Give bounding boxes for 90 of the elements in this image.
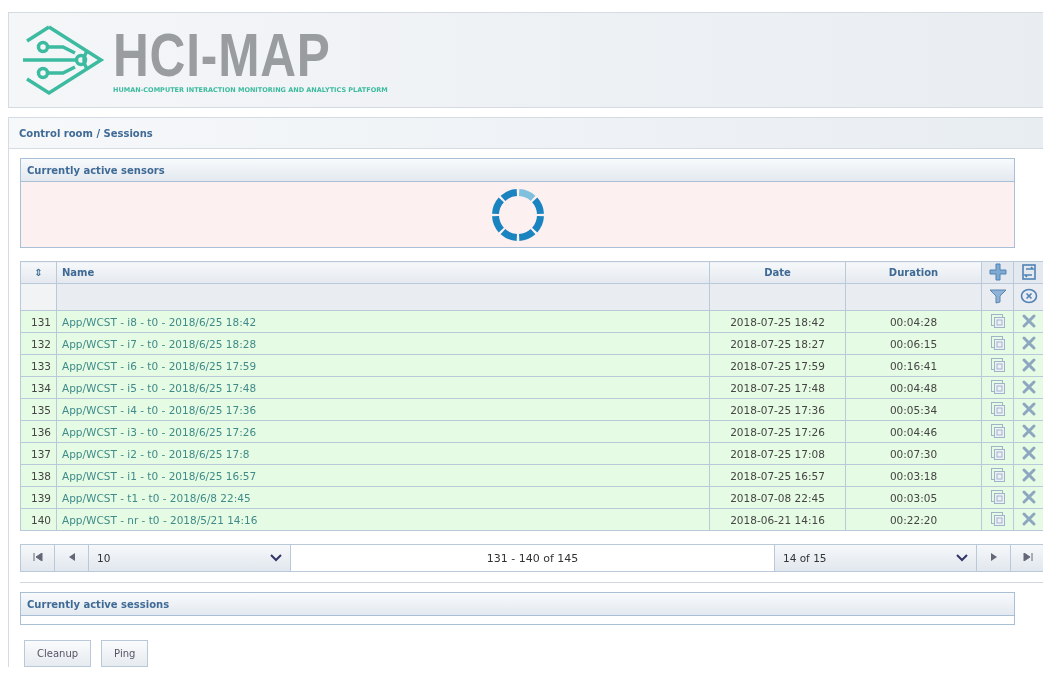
- details-icon[interactable]: [989, 378, 1006, 395]
- delete-icon[interactable]: [1021, 444, 1037, 461]
- row-number: 140: [20, 508, 57, 531]
- duration-cell: 00:03:05: [845, 486, 982, 509]
- first-page-icon: [32, 553, 43, 561]
- first-page-button[interactable]: [21, 545, 55, 571]
- date-cell: 2018-07-25 18:27: [709, 332, 846, 355]
- date-cell: 2018-07-25 17:48: [709, 376, 846, 399]
- refresh-icon[interactable]: [1020, 262, 1038, 281]
- page-size-dropdown[interactable]: 10: [89, 545, 291, 571]
- details-icon[interactable]: [989, 510, 1006, 527]
- delete-icon[interactable]: [1021, 400, 1037, 417]
- delete-icon[interactable]: [1021, 422, 1037, 439]
- filter-field[interactable]: [845, 283, 982, 311]
- chevron-down-icon: [956, 554, 968, 562]
- duration-cell: 00:04:28: [845, 310, 982, 333]
- row-number: 139: [20, 486, 57, 509]
- details-icon[interactable]: [989, 466, 1006, 483]
- add-icon[interactable]: [988, 262, 1007, 281]
- session-name[interactable]: App/WCST - i6 - t0 - 2018/6/25 17:59: [56, 354, 710, 377]
- delete-icon[interactable]: [1021, 488, 1037, 505]
- details-icon[interactable]: [989, 488, 1006, 505]
- clear-filter-icon[interactable]: [1020, 287, 1038, 305]
- chevron-down-icon: [270, 554, 282, 562]
- duration-cell: 00:22:20: [845, 508, 982, 531]
- details-icon[interactable]: [989, 312, 1006, 329]
- panel-title: Currently active sessions: [27, 598, 170, 610]
- details-icon[interactable]: [989, 400, 1006, 417]
- filter-icon[interactable]: [988, 288, 1007, 304]
- next-icon: [989, 553, 998, 561]
- page-dropdown[interactable]: 14 of 15: [775, 545, 977, 571]
- column-header[interactable]: Date: [709, 261, 846, 284]
- sort-header[interactable]: ⇕: [20, 261, 57, 284]
- delete-icon[interactable]: [1021, 378, 1037, 395]
- delete-icon[interactable]: [1021, 466, 1037, 483]
- details-icon[interactable]: [989, 356, 1006, 373]
- column-header[interactable]: Duration: [845, 261, 982, 284]
- next-page-button[interactable]: [977, 545, 1011, 571]
- action-button[interactable]: Cleanup: [24, 640, 92, 667]
- delete-icon[interactable]: [1021, 334, 1037, 351]
- details-icon[interactable]: [989, 334, 1006, 351]
- duration-cell: 00:06:15: [845, 332, 982, 355]
- row-number: 133: [20, 354, 57, 377]
- date-cell: 2018-07-08 22:45: [709, 486, 846, 509]
- row-number: 134: [20, 376, 57, 399]
- previous-icon: [67, 553, 76, 561]
- row-number: 137: [20, 442, 57, 465]
- last-page-icon: [1023, 553, 1033, 561]
- date-cell: 2018-07-25 16:57: [709, 464, 846, 487]
- logo-title: HCI-MAP: [113, 26, 331, 84]
- date-cell: 2018-07-25 17:59: [709, 354, 846, 377]
- date-cell: 2018-06-21 14:16: [709, 508, 846, 531]
- row-number: 135: [20, 398, 57, 421]
- details-icon[interactable]: [989, 444, 1006, 461]
- date-cell: 2018-07-25 18:42: [709, 310, 846, 333]
- row-number: 136: [20, 420, 57, 443]
- panel-title: Currently active sensors: [27, 164, 165, 176]
- duration-cell: 00:04:48: [845, 376, 982, 399]
- filter-field[interactable]: [56, 283, 710, 311]
- row-number: 138: [20, 464, 57, 487]
- breadcrumb: Control room / Sessions: [19, 127, 153, 139]
- session-name[interactable]: App/WCST - i4 - t0 - 2018/6/25 17:36: [56, 398, 710, 421]
- duration-cell: 00:07:30: [845, 442, 982, 465]
- session-name[interactable]: App/WCST - i3 - t0 - 2018/6/25 17:26: [56, 420, 710, 443]
- row-number: 132: [20, 332, 57, 355]
- session-name[interactable]: App/WCST - i8 - t0 - 2018/6/25 18:42: [56, 310, 710, 333]
- duration-cell: 00:16:41: [845, 354, 982, 377]
- duration-cell: 00:04:46: [845, 420, 982, 443]
- delete-icon[interactable]: [1021, 510, 1037, 527]
- filter-field[interactable]: [709, 283, 846, 311]
- details-icon[interactable]: [989, 422, 1006, 439]
- date-cell: 2018-07-25 17:08: [709, 442, 846, 465]
- session-name[interactable]: App/WCST - i2 - t0 - 2018/6/25 17:8: [56, 442, 710, 465]
- last-page-button[interactable]: [1011, 545, 1043, 571]
- session-name[interactable]: App/WCST - nr - t0 - 2018/5/21 14:16: [56, 508, 710, 531]
- session-name[interactable]: App/WCST - i7 - t0 - 2018/6/25 18:28: [56, 332, 710, 355]
- date-cell: 2018-07-25 17:26: [709, 420, 846, 443]
- delete-icon[interactable]: [1021, 312, 1037, 329]
- duration-cell: 00:05:34: [845, 398, 982, 421]
- session-name[interactable]: App/WCST - t1 - t0 - 2018/6/8 22:45: [56, 486, 710, 509]
- delete-icon[interactable]: [1021, 356, 1037, 373]
- session-name[interactable]: App/WCST - i1 - t0 - 2018/6/25 16:57: [56, 464, 710, 487]
- session-name[interactable]: App/WCST - i5 - t0 - 2018/6/25 17:48: [56, 376, 710, 399]
- previous-page-button[interactable]: [55, 545, 89, 571]
- column-header[interactable]: Name: [56, 261, 710, 284]
- record-range: 131 - 140 of 145: [486, 551, 579, 565]
- date-cell: 2018-07-25 17:36: [709, 398, 846, 421]
- duration-cell: 00:03:18: [845, 464, 982, 487]
- action-button[interactable]: Ping: [101, 640, 149, 667]
- row-number: 131: [20, 310, 57, 333]
